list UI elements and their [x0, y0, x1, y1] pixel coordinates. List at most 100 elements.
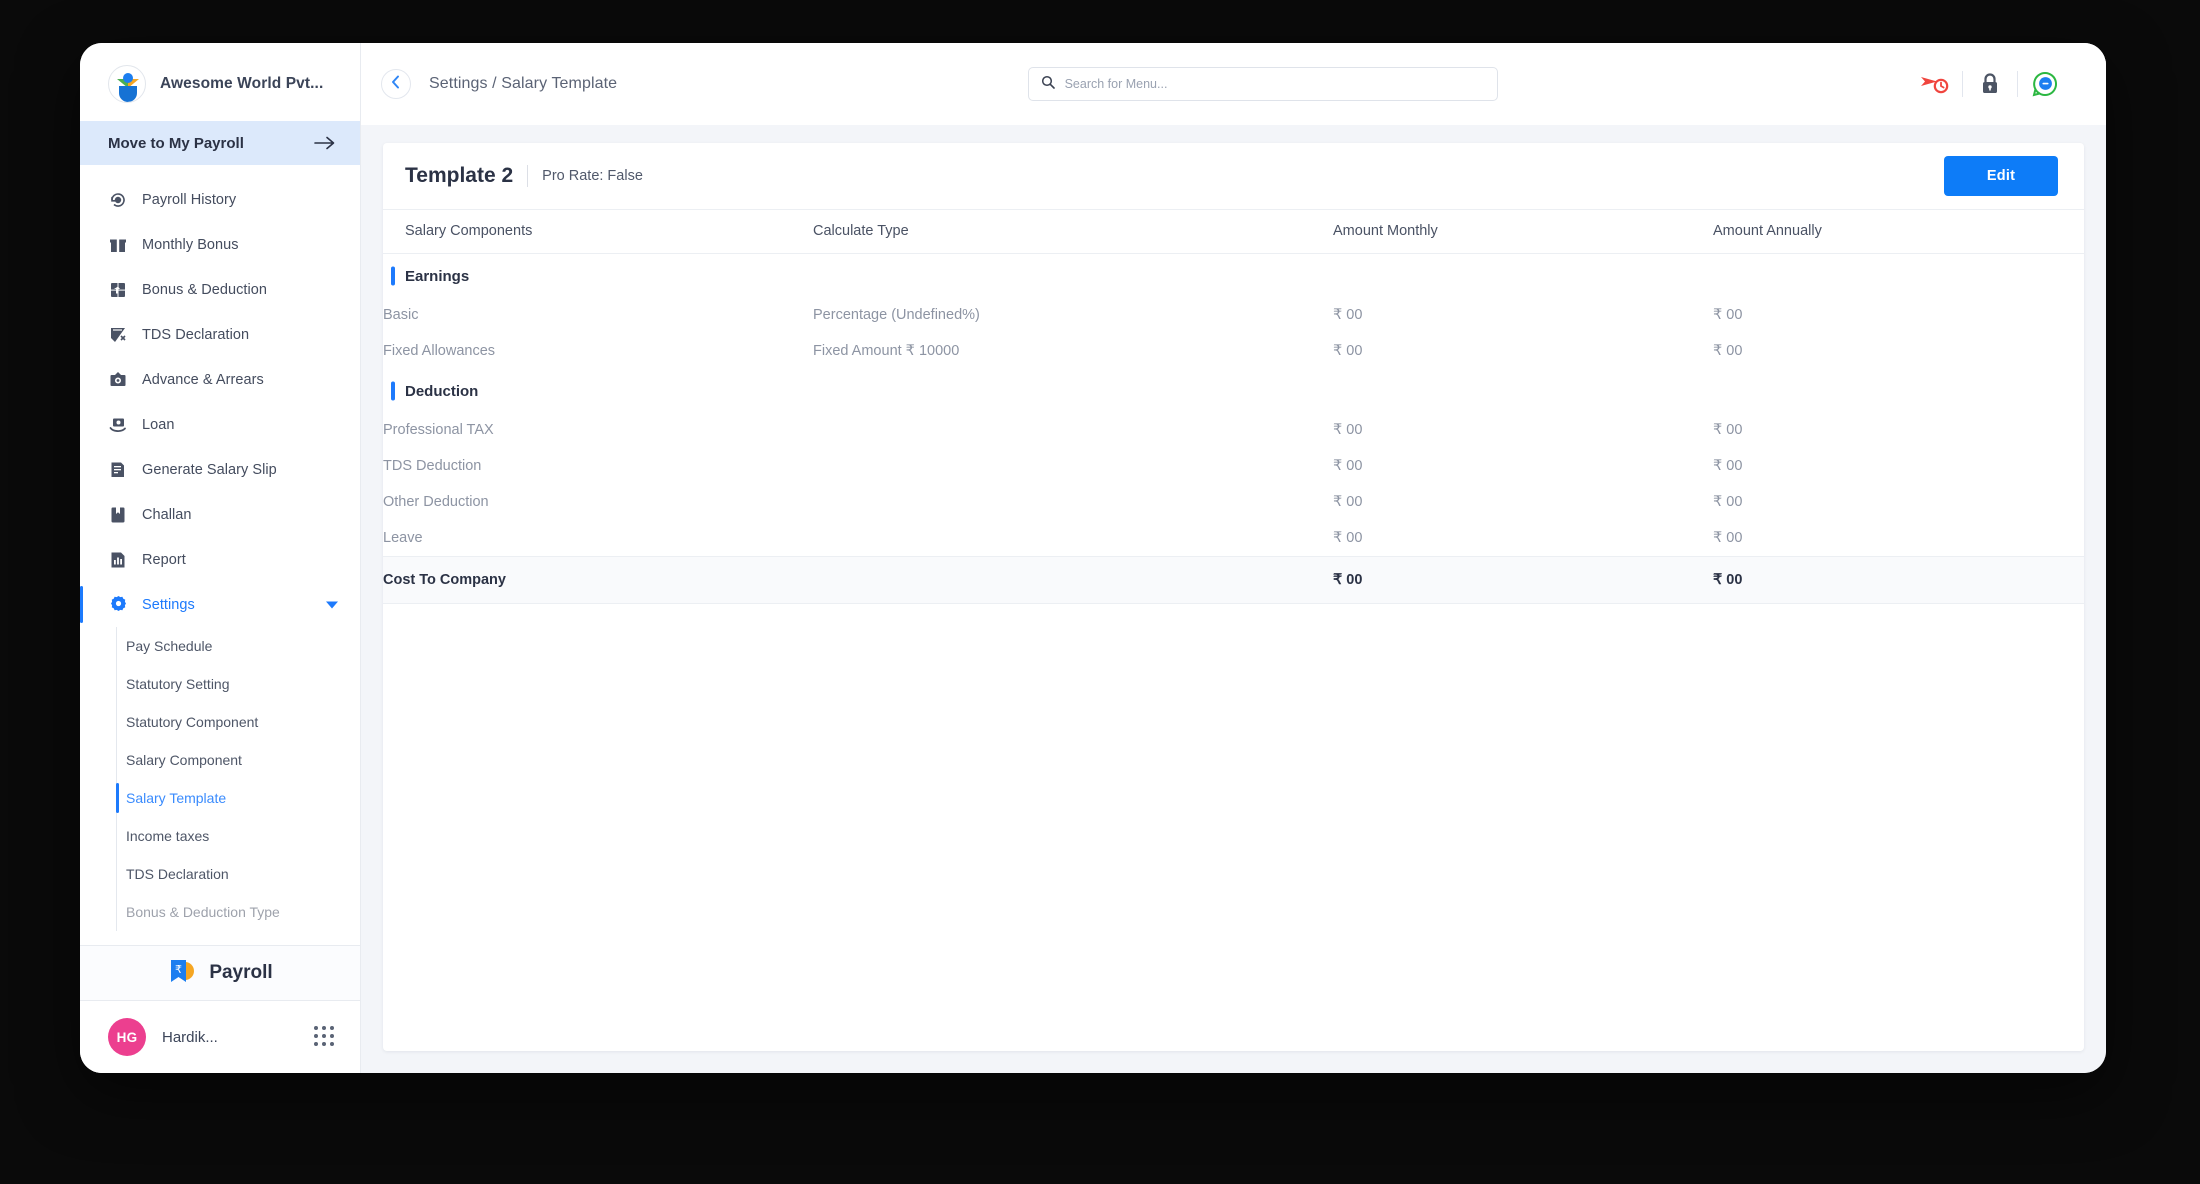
sidebar-item-tds-declaration[interactable]: TDS Declaration: [80, 312, 360, 357]
cell-amount-monthly: ₹ 00: [1333, 530, 1363, 546]
sidebar-subitem-bonus-deduction-type[interactable]: Bonus & Deduction Type: [126, 893, 360, 931]
search-input[interactable]: [1064, 77, 1485, 91]
sidebar-subitem-salary-template[interactable]: Salary Template: [116, 779, 360, 817]
sidebar-subitem-label: Income taxes: [126, 828, 210, 844]
sidebar-item-report[interactable]: Report: [80, 537, 360, 582]
sidebar-subitem-label: Statutory Component: [126, 714, 259, 730]
cell-amount-annually: ₹ 00: [1713, 422, 1743, 438]
table-row: Basic Percentage (Undefined%) ₹ 00 ₹ 00: [383, 297, 2084, 333]
sidebar-subitem-salary-component[interactable]: Salary Component: [126, 741, 360, 779]
sidebar-item-label: Monthly Bonus: [142, 236, 239, 253]
content-area: Template 2 Pro Rate: False Edit Salary C…: [361, 125, 2106, 1073]
group-empty: [813, 254, 1333, 298]
salary-template-panel: Template 2 Pro Rate: False Edit Salary C…: [383, 143, 2084, 1051]
edit-button[interactable]: Edit: [1944, 156, 2058, 196]
cell-amount-monthly: ₹ 00: [1333, 494, 1363, 510]
bonus-deduction-icon: [108, 280, 128, 300]
cell-amount-monthly: ₹ 00: [1333, 422, 1363, 438]
table-group-row: Earnings: [383, 254, 2084, 298]
sidebar-nav[interactable]: Payroll History Monthly Bonus Bonus & De…: [80, 165, 360, 945]
salary-components-table: Salary Components Calculate Type Amount …: [383, 209, 2084, 604]
lock-icon[interactable]: [1963, 68, 2017, 100]
back-button[interactable]: [381, 69, 411, 99]
column-header-salary-components: Salary Components: [383, 209, 813, 254]
page-title: Template 2: [405, 165, 529, 187]
sidebar-subitem-label: Bonus & Deduction Type: [126, 904, 280, 920]
search-box[interactable]: [1027, 67, 1498, 101]
gift-icon: [108, 235, 128, 255]
payroll-brand-bar[interactable]: ₹ Payroll: [80, 945, 360, 1001]
search-wrap: [635, 67, 1890, 101]
cell-amount-annually: ₹ 00: [1713, 343, 1743, 359]
cell-amount-annually: ₹ 00: [1713, 556, 2084, 604]
sidebar-item-monthly-bonus[interactable]: Monthly Bonus: [80, 222, 360, 267]
cell-calculate-type: [813, 520, 1333, 557]
column-header-calculate-type: Calculate Type: [813, 209, 1333, 254]
column-header-amount-annually: Amount Annually: [1713, 209, 2084, 254]
cell-amount-monthly: ₹ 00: [1333, 556, 1713, 604]
sidebar-item-settings[interactable]: Settings: [80, 582, 360, 627]
sidebar-item-advance-arrears[interactable]: Advance & Arrears: [80, 357, 360, 402]
cell-amount-annually: ₹ 00: [1713, 530, 1743, 546]
cell-component: Professional TAX: [383, 422, 494, 438]
grid-apps-icon[interactable]: [314, 1026, 336, 1048]
sidebar-item-payroll-history[interactable]: Payroll History: [80, 177, 360, 222]
table-row: TDS Deduction ₹ 00 ₹ 00: [383, 448, 2084, 484]
sidebar-subitem-statutory-component[interactable]: Statutory Component: [126, 703, 360, 741]
pro-rate-status: Pro Rate: False: [542, 168, 643, 184]
panel-header: Template 2 Pro Rate: False Edit: [383, 143, 2084, 209]
sidebar-subitem-statutory-setting[interactable]: Statutory Setting: [126, 665, 360, 703]
cell-calculate-type: [813, 448, 1333, 484]
cell-component: Fixed Allowances: [383, 343, 496, 359]
table-row: Professional TAX ₹ 00 ₹ 00: [383, 412, 2084, 448]
settings-submenu: Pay Schedule Statutory Setting Statutory…: [80, 627, 360, 931]
table-header: Salary Components Calculate Type Amount …: [383, 209, 2084, 254]
cell-amount-monthly: ₹ 00: [1333, 343, 1363, 359]
search-icon: [1041, 75, 1055, 94]
tds-declaration-icon: [108, 325, 128, 345]
sidebar-item-label: Report: [142, 551, 186, 568]
chevron-down-icon[interactable]: [326, 601, 338, 608]
sidebar-item-generate-salary-slip[interactable]: Generate Salary Slip: [80, 447, 360, 492]
report-icon: [108, 550, 128, 570]
sidebar-subitem-label: TDS Declaration: [126, 866, 229, 882]
table-row: Leave ₹ 00 ₹ 00: [383, 520, 2084, 557]
column-header-amount-monthly: Amount Monthly: [1333, 209, 1713, 254]
table-body: Earnings Basic Percentage (Undefined%) ₹…: [383, 254, 2084, 604]
sidebar-subitem-income-taxes[interactable]: Income taxes: [126, 817, 360, 855]
sidebar-item-label: Generate Salary Slip: [142, 461, 277, 478]
sidebar-subitem-tds-declaration[interactable]: TDS Declaration: [126, 855, 360, 893]
brand[interactable]: Awesome World Pvt...: [80, 43, 360, 121]
sidebar-item-label: TDS Declaration: [142, 326, 250, 343]
user-bar[interactable]: HG Hardik...: [80, 1001, 360, 1073]
chevron-left-icon: [390, 75, 402, 94]
sidebar-item-label: Bonus & Deduction: [142, 281, 267, 298]
table-header-row: Salary Components Calculate Type Amount …: [383, 209, 2084, 254]
company-logo-icon: [108, 65, 146, 103]
group-empty: [813, 369, 1333, 412]
sidebar-item-bonus-deduction[interactable]: Bonus & Deduction: [80, 267, 360, 312]
time-tracker-icon[interactable]: [1908, 68, 1962, 100]
sidebar-item-challan[interactable]: Challan: [80, 492, 360, 537]
sidebar-item-label: Advance & Arrears: [142, 371, 264, 388]
group-empty: [1333, 254, 1713, 298]
sidebar-subitem-label: Pay Schedule: [126, 638, 213, 654]
cell-component: Cost To Company: [383, 556, 813, 604]
cell-calculate-type: [813, 412, 1333, 448]
brand-name: Awesome World Pvt...: [160, 75, 324, 92]
chat-support-icon[interactable]: [2018, 68, 2072, 100]
sidebar-subitem-pay-schedule[interactable]: Pay Schedule: [126, 627, 360, 665]
payroll-rupee-icon: ₹: [167, 958, 197, 989]
cell-calculate-type: [813, 556, 1333, 604]
sidebar-item-loan[interactable]: Loan: [80, 402, 360, 447]
loan-icon: [108, 415, 128, 435]
cell-amount-annually: ₹ 00: [1713, 458, 1743, 474]
group-empty: [1713, 254, 2084, 298]
topbar-icons: [1908, 68, 2072, 100]
sidebar-subitem-label: Salary Template: [126, 790, 227, 806]
cell-component: TDS Deduction: [383, 458, 482, 474]
challan-icon: [108, 505, 128, 525]
cell-amount-annually: ₹ 00: [1713, 494, 1743, 510]
table-row: Fixed Allowances Fixed Amount ₹ 10000 ₹ …: [383, 333, 2084, 369]
move-to-my-payroll-button[interactable]: Move to My Payroll: [80, 121, 360, 165]
